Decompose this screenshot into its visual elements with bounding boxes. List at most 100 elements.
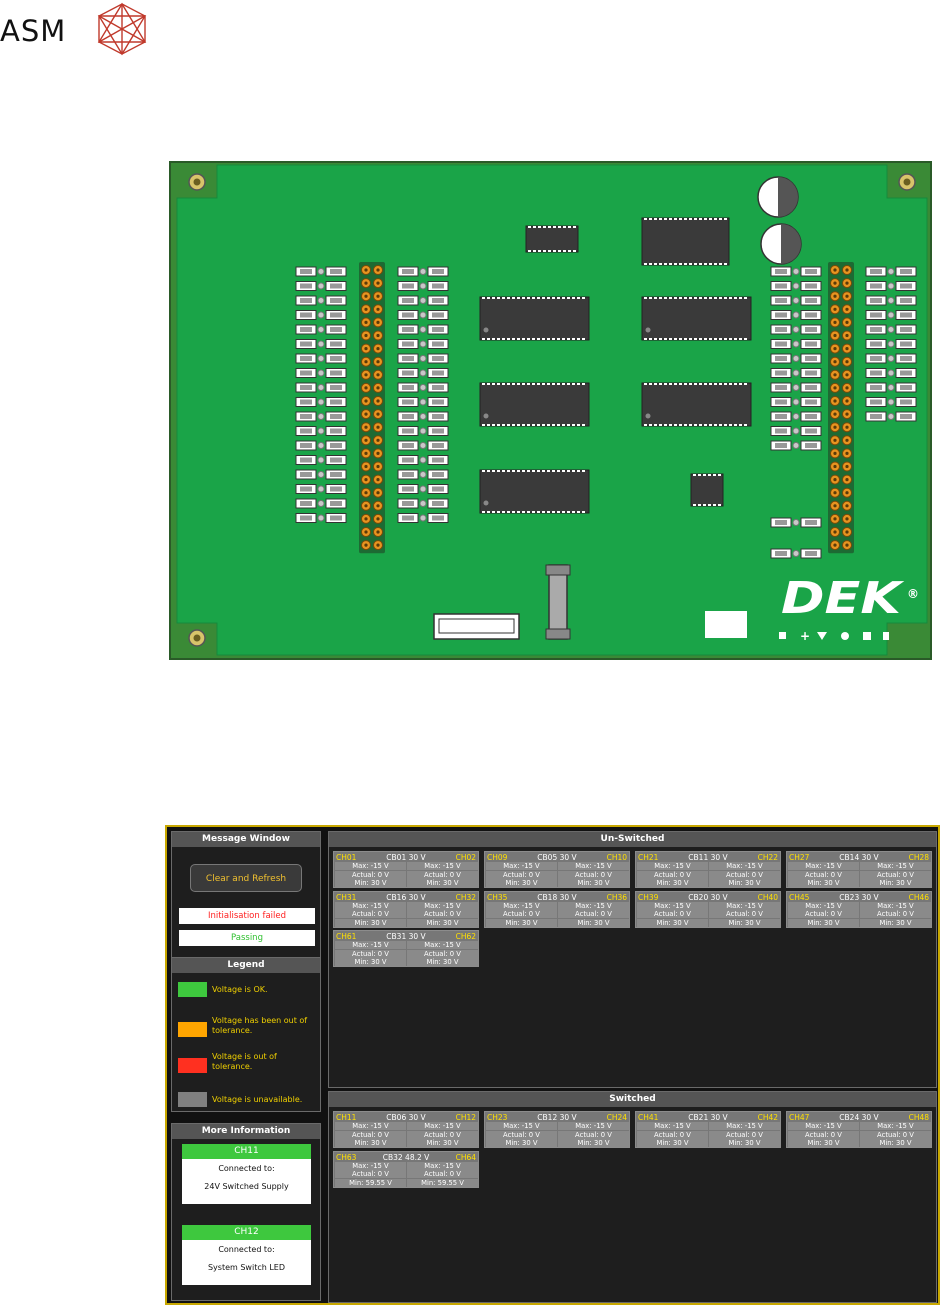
channel-right-label: CH42 (757, 1113, 778, 1122)
info-target: System Switch LED (207, 1263, 286, 1272)
pin-hole (364, 386, 368, 390)
voltage-card[interactable]: CH01 CB01 30 V CH02 Max: -15 V Max: -15 V Act… (333, 851, 479, 888)
circuit-breaker-label: CB16 (386, 892, 407, 902)
voltage-label: 30 V (861, 853, 879, 862)
actual-value: Actual: 0 V (407, 949, 478, 958)
max-value: Max: -15 V (407, 862, 478, 870)
pin-hole (364, 438, 368, 442)
voltage-card[interactable]: CH47 CB24 30 V CH48 Max: -15 V Max: -15 V Act… (786, 1111, 932, 1148)
voltage-card[interactable]: CH39 CB20 30 V CH40 Max: -15 V Max: -15 V Act… (635, 890, 781, 928)
resistor-pair (295, 353, 347, 364)
min-value: Min: 30 V (486, 918, 557, 927)
message-window-panel: Message Window Clear and Refresh Initial… (171, 831, 321, 967)
voltage-label: 30 V (408, 932, 426, 941)
voltage-card[interactable]: CH31 CB16 30 V CH32 Max: -15 V Max: -15 V Act… (333, 890, 479, 928)
switched-title: Switched (329, 1092, 936, 1107)
resistor-pair (397, 382, 449, 393)
message-window-title: Message Window (172, 832, 320, 847)
voltage-card[interactable]: CH41 CB21 30 V CH42 Max: -15 V Max: -15 V Act… (635, 1111, 781, 1148)
pin-hole (845, 451, 849, 455)
pin-hole (376, 425, 380, 429)
pin-hole (376, 268, 380, 272)
max-value: Max: -15 V (860, 1122, 931, 1130)
channel-right-label: CH62 (455, 932, 476, 941)
resistor-pair (295, 310, 347, 320)
resistor-pair (397, 484, 449, 494)
legend-swatch-red (178, 1058, 207, 1073)
pin-hole (845, 347, 849, 351)
pin-hole (376, 478, 380, 482)
voltage-card[interactable]: CH35 CB18 30 V CH36 Max: -15 V Max: -15 V Act… (484, 890, 630, 928)
circuit-breaker-label: CB21 (688, 1113, 709, 1122)
channel-right-label: CH22 (757, 853, 778, 862)
pin-hole (833, 281, 837, 285)
circuit-breaker-label: CB05 (537, 853, 558, 862)
actual-value: Actual: 0 V (486, 1130, 557, 1139)
max-value: Max: -15 V (637, 1122, 708, 1130)
asm-logo-text: ASM (0, 14, 67, 48)
max-value: Max: -15 V (335, 901, 406, 910)
dek-reg-mark: ® (907, 587, 919, 601)
voltage-label: 48.2 V (405, 1152, 430, 1162)
voltage-card[interactable]: CH63 CB32 48.2 V CH64 Max: -15 V Max: -15 VA… (333, 1150, 479, 1188)
pin-hole (833, 425, 837, 429)
min-value: Min: 30 V (788, 918, 859, 927)
max-value: Max: -15 V (637, 901, 708, 910)
voltage-card[interactable]: CH11 CB06 30 V CH12 Max: -15 V Max: -15 V Act… (333, 1111, 479, 1148)
actual-value: Actual: 0 V (709, 870, 780, 879)
min-value: Min: 30 V (407, 1139, 478, 1148)
pin-hole (364, 464, 368, 469)
legend-swatch-grey (178, 1092, 207, 1107)
actual-value: Actual: 0 V (709, 910, 780, 919)
max-value: Max: -15 V (860, 901, 931, 910)
actual-value: Actual: 0 V (407, 1170, 478, 1179)
pin-hole (845, 333, 849, 338)
resistor-pair (397, 310, 449, 320)
pin-hole (364, 478, 368, 482)
actual-value: Actual: 0 V (407, 910, 478, 919)
min-value: Min: 30 V (709, 879, 780, 888)
pin-hole (376, 491, 380, 495)
voltage-card[interactable]: CH27 CB14 30 V CH28 Max: -15 V Max: -15 V Act… (786, 851, 932, 888)
voltage-card[interactable]: CH21 CB11 30 V CH22 Max: -15 V Max: -15 V Act… (635, 851, 781, 888)
pin-hole (376, 373, 380, 377)
voltage-card[interactable]: CH23 CB12 30 V CH24 Max: -15 V Max: -15 V Act… (484, 1111, 630, 1148)
asm-logo: ASM (0, 0, 160, 60)
clear-and-refresh-button[interactable]: Clear and Refresh (190, 864, 302, 892)
message-initialisation-failed: Initialisation failed (179, 908, 315, 924)
voltage-card[interactable]: CH45 CB23 30 V CH46 Max: -15 V Max: -15 V Act… (786, 890, 932, 928)
channel-right-label: CH64 (455, 1152, 476, 1162)
voltage-card[interactable]: CH61 CB31 30 V CH62 Max: -15 V Max: -15 V Act… (333, 930, 479, 967)
min-value: Min: 30 V (637, 1139, 708, 1148)
pin-hole (833, 464, 837, 469)
pin-hole (376, 294, 380, 298)
resistor-pair (397, 397, 449, 407)
dek-brand-text: DEK (781, 573, 904, 624)
legend-label: Voltage is out of tolerance. (212, 1052, 277, 1071)
info-channel: CH12 (182, 1225, 311, 1240)
resistor-pair (397, 513, 449, 523)
unswitched-panel: Un-Switched CH01 CB01 30 V CH02 Max: -15 VM… (328, 831, 937, 1088)
pin-hole (364, 399, 368, 403)
max-value: Max: -15 V (860, 862, 931, 870)
max-value: Max: -15 V (407, 1161, 478, 1170)
resistor-pair (770, 266, 822, 277)
pin-hole (364, 412, 368, 416)
ic-chip (641, 296, 752, 341)
resistor-pair (295, 397, 347, 407)
legend-title: Legend (172, 958, 320, 973)
min-value: Min: 30 V (709, 918, 780, 927)
pin-hole (845, 268, 849, 272)
max-value: Max: -15 V (788, 901, 859, 910)
circuit-breaker-label: CB06 (386, 1113, 407, 1122)
max-value: Max: -15 V (407, 901, 478, 910)
pin-hole (376, 307, 380, 311)
resistor-pair (295, 368, 347, 378)
voltage-card[interactable]: CH09 CB05 30 V CH10 Max: -15 V Max: -15 V Act… (484, 851, 630, 888)
channel-right-label: CH10 (606, 853, 627, 862)
legend-swatch-green (178, 982, 207, 997)
resistor-pair (770, 368, 822, 378)
resistor-pair (397, 368, 449, 378)
min-value: Min: 30 V (637, 879, 708, 888)
resistor-pair (397, 295, 449, 306)
